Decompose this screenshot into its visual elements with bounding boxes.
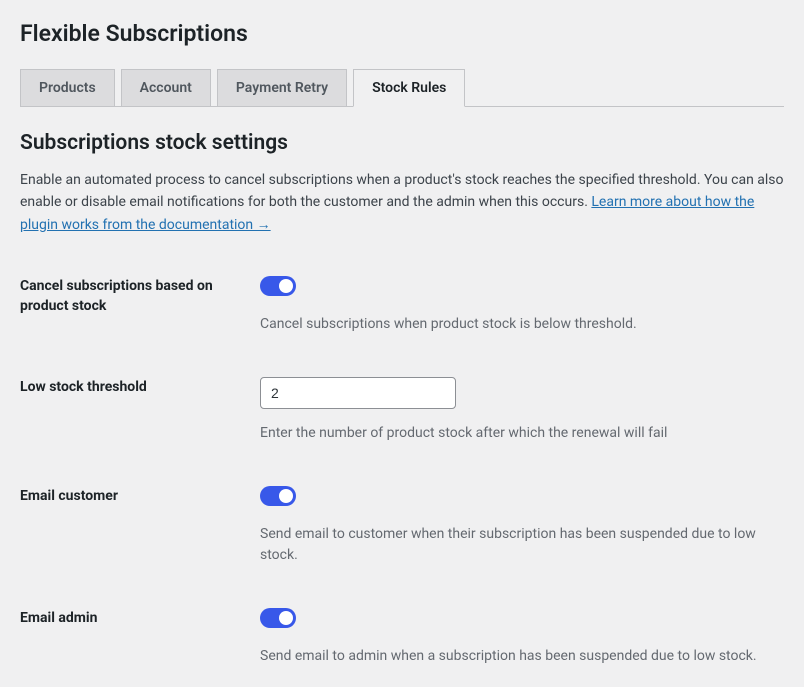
setting-control: Send email to admin when a subscription …: [260, 608, 784, 667]
setting-control: Send email to customer when their subscr…: [260, 486, 784, 566]
setting-threshold: Low stock threshold Enter the number of …: [20, 377, 784, 444]
section-description: Enable an automated process to cancel su…: [20, 169, 784, 236]
setting-label: Low stock threshold: [20, 377, 260, 398]
setting-cancel-on-stock: Cancel subscriptions based on product st…: [20, 276, 784, 335]
tab-account[interactable]: Account: [121, 69, 211, 107]
setting-control: Enter the number of product stock after …: [260, 377, 784, 444]
section-title: Subscriptions stock settings: [20, 131, 784, 155]
page-title: Flexible Subscriptions: [20, 20, 784, 47]
setting-label: Email customer: [20, 486, 260, 507]
tab-stock-rules[interactable]: Stock Rules: [353, 69, 465, 107]
tabs-nav: Products Account Payment Retry Stock Rul…: [20, 69, 784, 107]
setting-email-admin: Email admin Send email to admin when a s…: [20, 608, 784, 667]
tab-products[interactable]: Products: [20, 69, 115, 107]
tab-payment-retry[interactable]: Payment Retry: [217, 69, 347, 107]
setting-label: Email admin: [20, 608, 260, 629]
toggle-email-admin[interactable]: [260, 608, 296, 628]
help-text: Send email to admin when a subscription …: [260, 646, 784, 667]
setting-email-customer: Email customer Send email to customer wh…: [20, 486, 784, 566]
threshold-input[interactable]: [260, 377, 456, 409]
help-text: Send email to customer when their subscr…: [260, 524, 784, 566]
settings-content: Subscriptions stock settings Enable an a…: [20, 107, 784, 667]
toggle-email-customer[interactable]: [260, 486, 296, 506]
setting-label: Cancel subscriptions based on product st…: [20, 276, 260, 316]
help-text: Enter the number of product stock after …: [260, 423, 784, 444]
setting-control: Cancel subscriptions when product stock …: [260, 276, 784, 335]
toggle-cancel-on-stock[interactable]: [260, 276, 296, 296]
help-text: Cancel subscriptions when product stock …: [260, 314, 784, 335]
